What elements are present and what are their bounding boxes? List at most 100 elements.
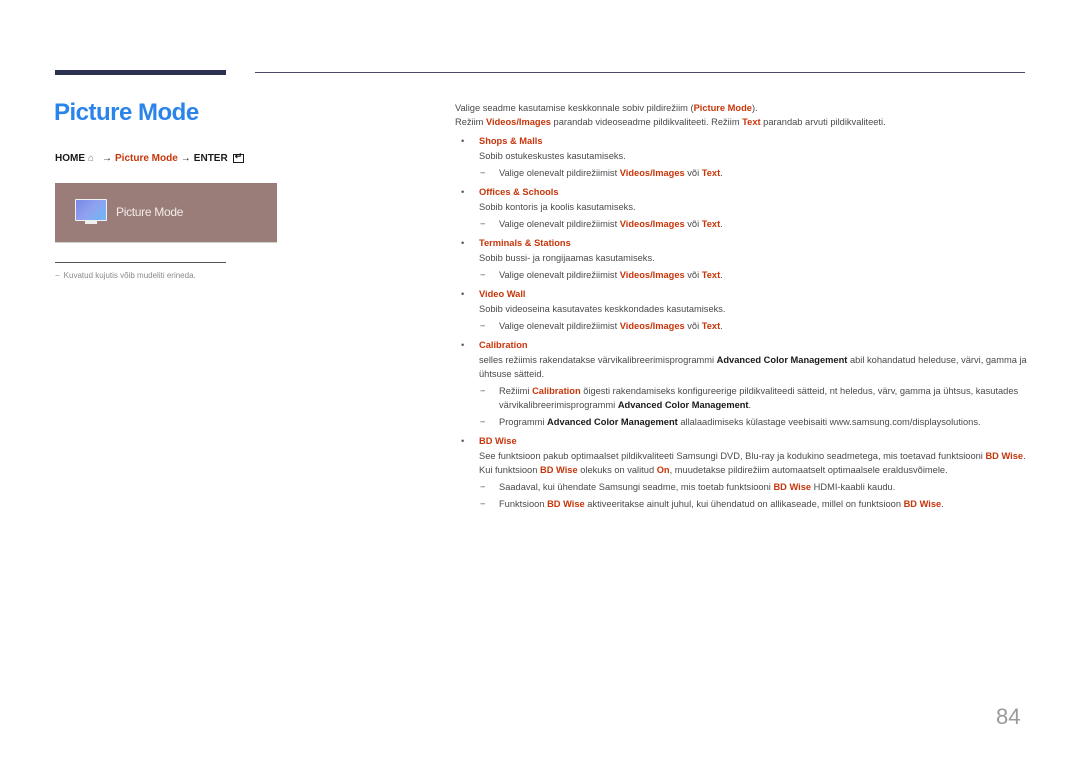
dash-marker: −	[55, 271, 60, 280]
bullet-marker: •	[461, 238, 465, 248]
text: või	[684, 219, 702, 229]
mode-note: − Valige olenevalt pildirežiimist Videos…	[479, 166, 1030, 180]
dash-marker: −	[480, 499, 486, 509]
mode-title: Offices & Schools	[479, 187, 559, 197]
monitor-icon	[75, 199, 107, 221]
enter-icon	[232, 151, 244, 163]
home-icon: ⌂	[88, 152, 95, 164]
nav-home-label: HOME	[55, 153, 85, 164]
nav-enter-label: ENTER	[193, 153, 228, 164]
mode-note: − Valige olenevalt pildirežiimist Videos…	[479, 319, 1030, 333]
text: Valige olenevalt pildirežiimist	[499, 219, 620, 229]
highlight: BD Wise	[773, 482, 812, 492]
text: Valige olenevalt pildirežiimist	[499, 321, 620, 331]
mode-description: Sobib bussi- ja rongijaamas kasutamiseks…	[479, 253, 655, 263]
dash-marker: −	[480, 386, 486, 396]
highlight: Videos/Images	[619, 321, 685, 331]
text: ).	[751, 103, 758, 113]
text: allalaadimiseks külastage veebisaiti www…	[677, 417, 981, 427]
dash-marker: −	[480, 482, 486, 492]
bullet-marker: •	[461, 187, 465, 197]
mode-note: − Funktsioon BD Wise aktiveeritakse ainu…	[479, 497, 1030, 511]
bullet-marker: •	[461, 340, 465, 350]
highlight: Videos/Images	[619, 219, 685, 229]
dash-marker: −	[480, 321, 486, 331]
mode-title: BD Wise	[479, 436, 517, 446]
mode-description: selles režiimis rakendatakse värvikalibr…	[479, 353, 1030, 381]
highlight: On	[656, 465, 670, 475]
bullet-marker: •	[461, 436, 465, 446]
highlight: BD Wise	[539, 465, 578, 475]
mode-description: Sobib videoseina kasutavates keskkondade…	[479, 304, 726, 314]
text: .	[720, 270, 723, 280]
bold-term: Advanced Color Management	[617, 400, 749, 410]
text: või	[684, 168, 702, 178]
dash-marker: −	[480, 168, 486, 178]
highlight: Videos/Images	[619, 270, 685, 280]
text: Valige olenevalt pildirežiimist	[499, 168, 620, 178]
page-title: Picture Mode	[54, 99, 199, 126]
text: See funktsioon pakub optimaalset pildikv…	[479, 451, 986, 461]
highlight: Text	[701, 168, 721, 178]
header-rule	[255, 72, 1025, 73]
text: , muudetakse pildirežiim automaatselt op…	[669, 465, 948, 475]
text: parandab videoseadme pildikvaliteeti. Re…	[550, 117, 743, 127]
nav-arrow: →	[102, 153, 112, 164]
mode-item-terminals-stations: • Terminals & Stations Sobib bussi- ja r…	[455, 236, 1030, 282]
text: Režiim	[455, 117, 486, 127]
nav-arrow: →	[180, 153, 191, 164]
mode-note: − Valige olenevalt pildirežiimist Videos…	[479, 268, 1030, 282]
text: või	[684, 321, 702, 331]
bullet-marker: •	[461, 136, 465, 146]
dash-marker: −	[480, 270, 486, 280]
mode-description: See funktsioon pakub optimaalset pildikv…	[479, 449, 1030, 477]
text: Valige seadme kasutamise keskkonnale sob…	[455, 103, 694, 113]
text: aktiveeritakse ainult juhul, kui ühendat…	[584, 499, 904, 509]
mode-description: Sobib ostukeskustes kasutamiseks.	[479, 151, 626, 161]
text: või	[684, 270, 702, 280]
mode-note: − Režiimi Calibration õigesti rakendamis…	[479, 384, 1030, 412]
intro-paragraph-1: Valige seadme kasutamise keskkonnale sob…	[455, 101, 1030, 115]
text: Funktsioon	[499, 499, 548, 509]
highlight: Text	[701, 270, 721, 280]
bold-term: Advanced Color Management	[716, 355, 848, 365]
text: Režiimi	[499, 386, 533, 396]
header-accent-bar	[55, 70, 226, 75]
mode-note: − Programmi Advanced Color Management al…	[479, 415, 1030, 429]
mode-item-calibration: • Calibration selles režiimis rakendatak…	[455, 338, 1030, 429]
text: Programmi	[499, 417, 548, 427]
highlight: Text	[701, 321, 721, 331]
text: .	[720, 168, 723, 178]
bullet-marker: •	[461, 289, 465, 299]
text: Saadaval, kui ühendate Samsungi seadme, …	[499, 482, 774, 492]
mode-item-bd-wise: • BD Wise See funktsioon pakub optimaals…	[455, 434, 1030, 511]
osd-picture-mode-panel: Picture Mode	[55, 183, 277, 243]
text: parandab arvuti pildikvaliteeti.	[760, 117, 886, 127]
disclaimer-text: Kuvatud kujutis võib mudeliti erineda.	[63, 271, 196, 280]
highlight: Videos/Images	[486, 117, 551, 127]
note-divider	[55, 262, 226, 263]
highlight: Picture Mode	[693, 103, 752, 113]
text: .	[720, 321, 723, 331]
mode-description: Sobib kontoris ja koolis kasutamiseks.	[479, 202, 636, 212]
mode-title: Terminals & Stations	[479, 238, 571, 248]
text: selles režiimis rakendatakse värvikalibr…	[479, 355, 717, 365]
text: olekuks on valitud	[577, 465, 657, 475]
highlight: Videos/Images	[619, 168, 685, 178]
dash-marker: −	[480, 417, 486, 427]
highlight: BD Wise	[547, 499, 585, 509]
image-disclaimer: − Kuvatud kujutis võib mudeliti erineda.	[55, 271, 196, 280]
menu-path: HOME ⌂ → Picture Mode → ENTER	[55, 151, 244, 164]
bold-term: Advanced Color Management	[547, 417, 678, 427]
highlight: BD Wise	[903, 499, 942, 509]
nav-menu-item: Picture Mode	[115, 153, 178, 164]
intro-paragraph-2: Režiim Videos/Images parandab videoseadm…	[455, 115, 1030, 129]
highlight: Text	[742, 117, 761, 127]
dash-marker: −	[480, 219, 486, 229]
mode-item-video-wall: • Video Wall Sobib videoseina kasutavate…	[455, 287, 1030, 333]
highlight: BD Wise	[985, 451, 1024, 461]
page-number: 84	[996, 704, 1021, 729]
mode-title: Calibration	[479, 340, 528, 350]
text: HDMI-kaabli kaudu.	[811, 482, 896, 492]
text: .	[720, 219, 723, 229]
